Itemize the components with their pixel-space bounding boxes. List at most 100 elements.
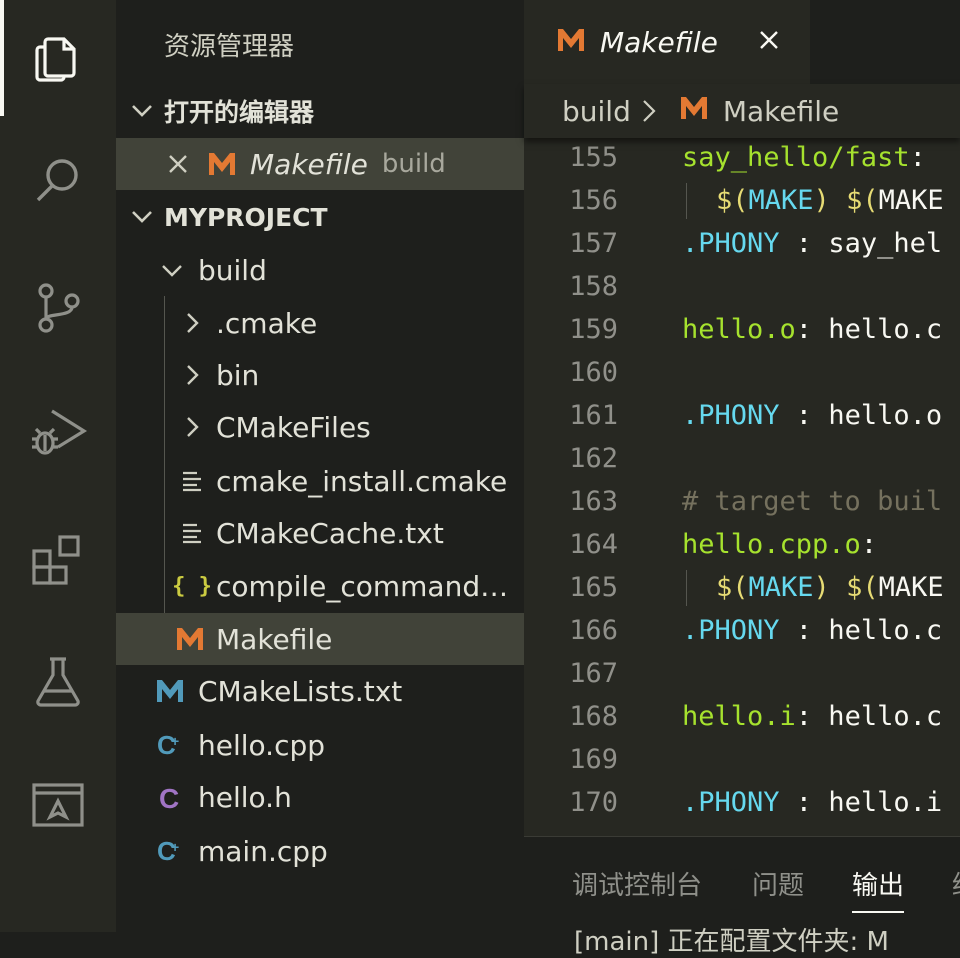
code-line[interactable]: 158 <box>524 265 960 308</box>
code-line[interactable]: 160 <box>524 351 960 394</box>
tree-item-makefile[interactable]: Makefile <box>116 613 524 665</box>
chevron-down-icon <box>122 204 162 230</box>
line-source: .PHONY : hello.o <box>682 400 943 431</box>
extensions-icon[interactable] <box>0 512 116 602</box>
line-source: .PHONY : hello.c <box>682 615 943 646</box>
cpp-icon: C + <box>152 727 188 763</box>
line-source: .PHONY : hello.i <box>682 787 943 818</box>
open-editor-item-makefile[interactable]: Makefile build <box>116 138 524 190</box>
line-number: 164 <box>569 529 618 560</box>
line-source: hello.o: hello.c <box>682 314 943 345</box>
tree-item-cmakefiles[interactable]: CMakeFiles <box>116 401 524 453</box>
line-number: 170 <box>569 787 618 818</box>
tree-item-label: compile_commands.j... <box>216 569 522 603</box>
breadcrumb-folder[interactable]: build <box>562 95 631 128</box>
close-icon[interactable] <box>160 146 196 182</box>
tree-item-cmakecache[interactable]: CMakeCache.txt <box>116 507 524 559</box>
tree-item-label: bin <box>216 358 260 392</box>
panel-tab-debug-console[interactable]: 调试控制台 <box>572 865 702 902</box>
text-lines-icon <box>174 463 210 499</box>
makefile-icon <box>679 95 709 128</box>
text-lines-icon <box>174 515 210 551</box>
line-number: 160 <box>569 357 618 388</box>
files-icon[interactable] <box>0 12 116 102</box>
line-number: 165 <box>569 572 618 603</box>
indent-guide <box>686 183 687 219</box>
code-line[interactable]: 168 hello.i: hello.c <box>524 695 960 738</box>
line-number: 163 <box>569 486 618 517</box>
line-number: 166 <box>569 615 618 646</box>
code-line[interactable]: 169 <box>524 738 960 781</box>
code-line[interactable]: 156 $(MAKE) $(MAKE <box>524 179 960 222</box>
testing-icon[interactable] <box>0 636 116 726</box>
line-source: $(MAKE) $(MAKE <box>716 185 944 216</box>
source-control-icon[interactable] <box>0 262 116 352</box>
tree-item-cmake-install[interactable]: cmake_install.cmake <box>116 455 524 507</box>
line-number: 155 <box>569 142 618 173</box>
output-text: [main] 正在配置文件夹: M <box>574 927 889 957</box>
chevron-down-icon <box>122 98 162 124</box>
explorer-title: 资源管理器 <box>164 32 295 62</box>
open-editors-header[interactable]: 打开的编辑器 <box>116 86 524 136</box>
tree-item-main-cpp[interactable]: C + main.cpp <box>116 825 524 877</box>
tree-item-build[interactable]: build <box>116 244 524 296</box>
open-editors-heading: 打开的编辑器 <box>164 98 315 127</box>
search-icon[interactable] <box>0 136 116 226</box>
line-number: 169 <box>569 744 618 775</box>
editor-tabs: Makefile <box>524 0 960 84</box>
close-icon[interactable] <box>754 20 784 60</box>
code-line[interactable]: 159 hello.o: hello.c <box>524 308 960 351</box>
project-section-header[interactable]: MYPROJECT <box>116 192 524 242</box>
code-line[interactable]: 167 <box>524 652 960 695</box>
cmake-icon <box>152 673 188 709</box>
tree-item-compile-commands[interactable]: { } compile_commands.j... <box>116 560 524 612</box>
code-line[interactable]: 166 .PHONY : hello.c <box>524 609 960 652</box>
tree-item-cmakelists[interactable]: CMakeLists.txt <box>116 665 524 717</box>
tree-item-hello-h[interactable]: C hello.h <box>116 771 524 823</box>
tree-item-hello-cpp[interactable]: C + hello.cpp <box>116 719 524 771</box>
remote-explorer-icon[interactable] <box>0 760 116 850</box>
tree-item-cmake-folder[interactable]: .cmake <box>116 297 524 349</box>
tree-item-label: Makefile <box>216 622 333 656</box>
panel-tab-problems[interactable]: 问题 <box>752 865 804 902</box>
run-debug-icon[interactable] <box>0 386 116 476</box>
chevron-right-icon <box>641 98 657 124</box>
tree-item-bin[interactable]: bin <box>116 349 524 401</box>
code-line[interactable]: 157 .PHONY : say_hel <box>524 222 960 265</box>
breadcrumb: build Makefile <box>524 84 960 138</box>
panel-tab-output[interactable]: 输出 <box>852 865 904 902</box>
chevron-right-icon <box>174 357 210 393</box>
code-line[interactable]: 163 # target to buil <box>524 480 960 523</box>
c-header-icon: C <box>152 779 188 815</box>
code-line[interactable]: 161 .PHONY : hello.o <box>524 394 960 437</box>
line-number: 167 <box>569 658 618 689</box>
breadcrumb-file[interactable]: Makefile <box>723 95 839 128</box>
code-line[interactable]: 162 <box>524 437 960 480</box>
tree-item-label: build <box>198 253 267 287</box>
panel-tab-terminal[interactable]: 终 <box>952 865 960 902</box>
line-source: hello.cpp.o: <box>682 529 878 560</box>
line-number: 158 <box>569 271 618 302</box>
activity-bar <box>0 0 116 932</box>
code-line[interactable]: 155 say_hello/fast: <box>524 136 960 179</box>
svg-text:C: C <box>159 783 179 812</box>
line-number: 161 <box>569 400 618 431</box>
tab-makefile[interactable]: Makefile <box>524 0 810 84</box>
tree-item-label: hello.cpp <box>198 728 326 762</box>
line-number: 157 <box>569 228 618 259</box>
tree-item-label: main.cpp <box>198 834 328 868</box>
tree-item-label: cmake_install.cmake <box>216 464 508 498</box>
tree-item-label: CMakeCache.txt <box>216 516 444 550</box>
open-editor-filename: Makefile <box>250 147 368 181</box>
code-line[interactable]: 165 $(MAKE) $(MAKE <box>524 566 960 609</box>
tree-item-label: CMakeLists.txt <box>198 674 403 708</box>
open-editor-folder-hint: build <box>381 149 446 179</box>
tree-item-label: .cmake <box>216 306 318 340</box>
cpp-icon: C + <box>152 833 188 869</box>
code-line[interactable]: 170 .PHONY : hello.i <box>524 781 960 824</box>
active-tab-underline <box>852 911 904 913</box>
project-heading: MYPROJECT <box>164 202 328 232</box>
code-line[interactable]: 164 hello.cpp.o: <box>524 523 960 566</box>
tab-title: Makefile <box>600 25 718 59</box>
code-editor[interactable]: 155 say_hello/fast: 156 $(MAKE) $(MAKE 157 .P… <box>524 136 960 836</box>
